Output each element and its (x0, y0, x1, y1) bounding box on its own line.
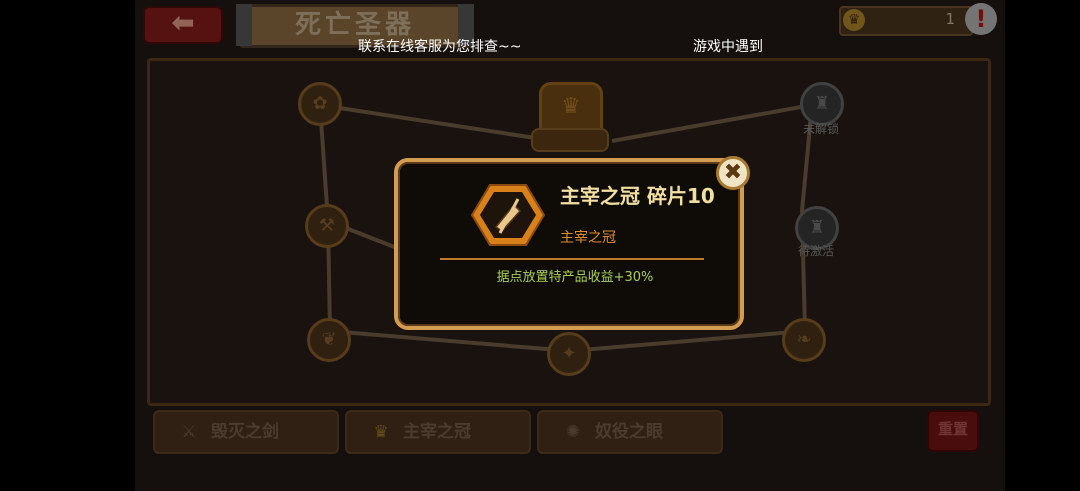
notice-right: 游戏中遇到 (693, 39, 763, 55)
notice-left: 联系在线客服为您排查~~ (358, 39, 522, 55)
popup-effect: 据点放置特产品收益+30% (496, 270, 654, 285)
popup-subtitle: 主宰之冠 (560, 230, 616, 246)
popup-divider (440, 258, 704, 260)
hand-scroll-icon (470, 184, 546, 246)
popup-title: 主宰之冠 碎片10 (560, 184, 715, 208)
close-button[interactable]: ✖ (716, 156, 750, 190)
